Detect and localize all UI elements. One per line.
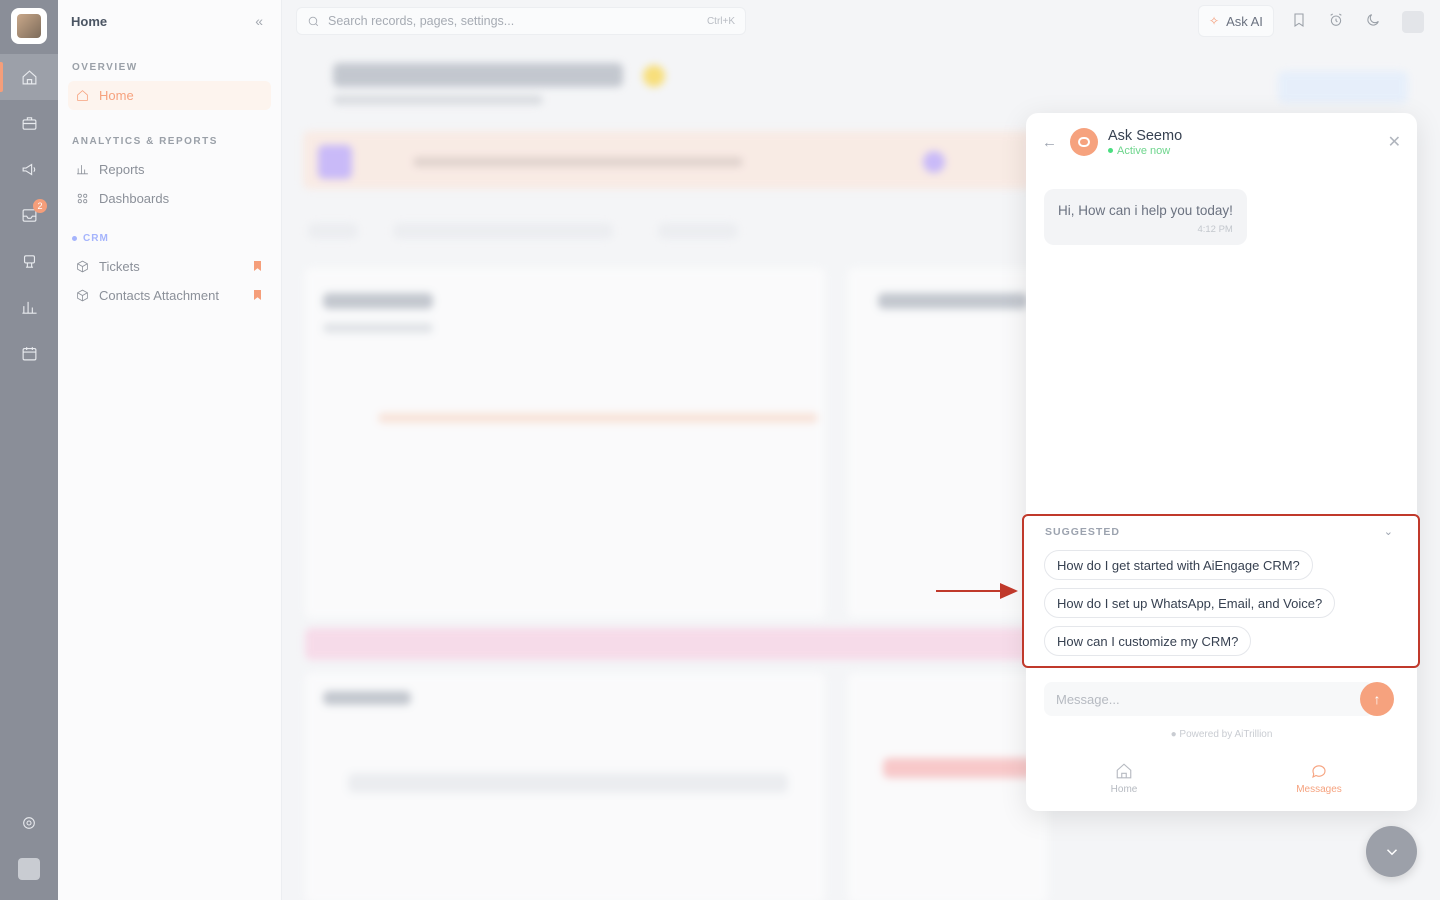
sidebar-item-home[interactable]: Home bbox=[68, 81, 271, 110]
ask-ai-button[interactable]: ✧ Ask AI bbox=[1198, 5, 1274, 37]
inbox-badge: 2 bbox=[33, 199, 47, 213]
chat-bubble-icon bbox=[1078, 137, 1090, 147]
megaphone-icon bbox=[22, 163, 35, 175]
reminders-button[interactable] bbox=[1328, 12, 1346, 30]
suggestion-chip[interactable]: How do I set up WhatsApp, Email, and Voi… bbox=[1044, 588, 1336, 618]
rail-home-button[interactable] bbox=[0, 54, 58, 100]
close-icon[interactable]: ✕ bbox=[1388, 132, 1401, 152]
sidebar-item-label: Tickets bbox=[99, 259, 140, 274]
bot-name: Ask Seemo bbox=[1108, 127, 1183, 144]
bookmark-icon[interactable] bbox=[254, 290, 261, 300]
gear-icon bbox=[23, 817, 35, 829]
message-time: 4:12 PM bbox=[1197, 224, 1233, 235]
grid-icon bbox=[77, 193, 88, 204]
chevron-down-icon bbox=[1386, 848, 1397, 855]
sidebar-item-reports[interactable]: Reports bbox=[68, 155, 271, 184]
sparkle-icon: ✧ bbox=[1209, 14, 1220, 28]
sidebar-item-label: Reports bbox=[99, 162, 145, 177]
powered-by: ● Powered by AiTrillion bbox=[1170, 729, 1273, 740]
annotation-arrow bbox=[936, 583, 1018, 599]
section-analytics: ANALYTICS & REPORTS bbox=[72, 136, 218, 147]
chat-toggle-button[interactable] bbox=[1366, 826, 1417, 877]
cube-icon bbox=[77, 289, 88, 302]
bot-icon bbox=[23, 254, 35, 268]
back-arrow-icon[interactable]: ← bbox=[1042, 134, 1060, 151]
sidebar-item-tickets[interactable]: Tickets bbox=[68, 252, 271, 281]
collapse-sidebar-icon[interactable]: « bbox=[255, 13, 263, 29]
alarm-clock-icon bbox=[1330, 13, 1342, 26]
chat-nav-home-label: Home bbox=[1110, 784, 1138, 795]
user-avatar[interactable] bbox=[18, 858, 40, 880]
section-overview: OVERVIEW bbox=[72, 62, 138, 73]
powered-by-text: Powered by AiTrillion bbox=[1179, 729, 1273, 740]
bookmark-icon bbox=[1294, 13, 1304, 27]
suggested-title: SUGGESTED bbox=[1045, 525, 1120, 538]
chat-nav-messages-label: Messages bbox=[1296, 784, 1342, 795]
message-placeholder: Message... bbox=[1056, 691, 1120, 707]
logo-icon bbox=[17, 14, 41, 38]
bar-chart-icon bbox=[21, 301, 37, 314]
sidebar: Home « OVERVIEW Home ANALYTICS & REPORTS… bbox=[58, 0, 282, 900]
chevron-down-icon[interactable]: ⌄ bbox=[1384, 525, 1393, 538]
bookmark-icon[interactable] bbox=[254, 261, 261, 271]
message-text: Hi, How can i help you today! bbox=[1058, 203, 1233, 218]
cube-icon bbox=[77, 260, 88, 273]
bar-chart-icon bbox=[77, 165, 88, 175]
profile-avatar[interactable] bbox=[1402, 11, 1424, 33]
home-icon bbox=[22, 69, 36, 84]
status-text: Active now bbox=[1117, 144, 1171, 157]
sidebar-item-label: Contacts Attachment bbox=[99, 288, 219, 303]
rail-analytics-button[interactable] bbox=[0, 284, 58, 330]
calendar-icon bbox=[22, 346, 36, 360]
sidebar-item-label: Dashboards bbox=[99, 191, 170, 206]
rail-settings-button[interactable] bbox=[21, 815, 37, 836]
dark-mode-toggle[interactable] bbox=[1365, 12, 1383, 30]
search-input[interactable]: Search records, pages, settings... Ctrl+… bbox=[296, 7, 746, 35]
search-placeholder: Search records, pages, settings... bbox=[328, 14, 515, 28]
briefcase-icon bbox=[22, 116, 36, 130]
sidebar-item-label: Home bbox=[99, 88, 134, 103]
online-dot bbox=[1108, 148, 1113, 153]
icon-rail: 2 bbox=[0, 0, 58, 900]
bookmark-button[interactable] bbox=[1291, 12, 1309, 30]
section-crm: CRM bbox=[58, 233, 281, 244]
bot-status: Active now bbox=[1108, 145, 1182, 157]
moon-icon bbox=[1367, 14, 1379, 26]
sidebar-title: Home bbox=[71, 13, 108, 29]
bot-message: Hi, How can i help you today! 4:12 PM bbox=[1044, 189, 1247, 245]
arrow-up-icon: ↑ bbox=[1373, 691, 1381, 707]
app-logo[interactable] bbox=[11, 8, 47, 44]
sidebar-item-dashboards[interactable]: Dashboards bbox=[68, 184, 271, 213]
suggested-questions: SUGGESTED ⌄ How do I get started with Ai… bbox=[1022, 514, 1420, 668]
home-icon bbox=[1116, 763, 1132, 779]
chat-header: ← Ask Seemo Active now ✕ bbox=[1026, 113, 1417, 171]
section-crm-label: CRM bbox=[83, 233, 109, 244]
sidebar-item-contacts-attachment[interactable]: Contacts Attachment bbox=[68, 281, 271, 310]
chat-nav-home[interactable]: Home bbox=[1074, 762, 1174, 795]
send-button[interactable]: ↑ bbox=[1360, 682, 1394, 716]
chat-nav-messages[interactable]: Messages bbox=[1269, 762, 1369, 795]
suggestion-chip[interactable]: How do I get started with AiEngage CRM? bbox=[1044, 550, 1313, 580]
rail-bot-button[interactable] bbox=[0, 238, 58, 284]
bot-avatar bbox=[1070, 128, 1098, 156]
rail-campaign-button[interactable] bbox=[0, 146, 58, 192]
search-icon bbox=[308, 16, 319, 26]
search-shortcut: Ctrl+K bbox=[706, 15, 735, 27]
message-bubble-icon bbox=[1312, 765, 1326, 779]
message-input[interactable]: Message... bbox=[1044, 682, 1374, 716]
top-bar: Search records, pages, settings... Ctrl+… bbox=[283, 0, 1440, 42]
rail-calendar-button[interactable] bbox=[0, 330, 58, 376]
rail-briefcase-button[interactable] bbox=[0, 100, 58, 146]
crm-dot bbox=[72, 236, 77, 241]
home-icon bbox=[77, 90, 88, 101]
ask-ai-label: Ask AI bbox=[1226, 13, 1263, 29]
suggestion-chip[interactable]: How can I customize my CRM? bbox=[1044, 626, 1252, 656]
rail-inbox-button[interactable]: 2 bbox=[0, 192, 58, 238]
